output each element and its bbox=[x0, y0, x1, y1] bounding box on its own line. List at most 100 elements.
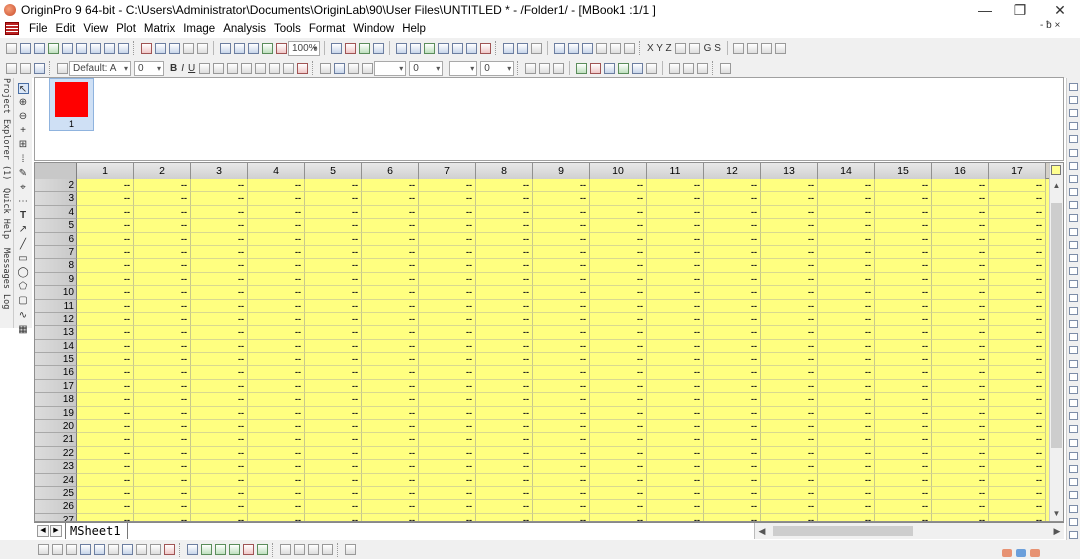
matrix-cell[interactable]: -- bbox=[419, 259, 476, 273]
line-plot-icon[interactable] bbox=[37, 544, 49, 555]
matrix-transpose-icon[interactable] bbox=[530, 42, 542, 54]
matrix-cell[interactable]: -- bbox=[989, 500, 1046, 514]
matrix-cell[interactable]: -- bbox=[590, 299, 647, 313]
matrix-cell[interactable]: -- bbox=[77, 326, 134, 340]
matrix-cell[interactable]: -- bbox=[191, 272, 248, 287]
matrix-cell[interactable]: -- bbox=[77, 500, 134, 514]
matrix-cell[interactable]: -- bbox=[134, 446, 191, 461]
matrix-cell[interactable]: -- bbox=[362, 446, 419, 461]
matrix-cell[interactable]: -- bbox=[647, 245, 704, 260]
matrix-cell[interactable]: -- bbox=[818, 420, 875, 434]
matrix-cell[interactable]: -- bbox=[875, 259, 932, 273]
matrix-cell[interactable]: -- bbox=[704, 379, 761, 394]
matrix-cell[interactable]: -- bbox=[419, 205, 476, 220]
matrix-cell[interactable]: -- bbox=[818, 379, 875, 394]
matrix-cell[interactable]: -- bbox=[419, 446, 476, 461]
more-icon[interactable] bbox=[344, 544, 356, 555]
vertical-scrollbar[interactable]: ▲ ▼ bbox=[1049, 163, 1063, 521]
matrix-cell[interactable]: -- bbox=[248, 286, 305, 300]
matrix-cell[interactable]: -- bbox=[191, 500, 248, 514]
matrix-cell[interactable]: -- bbox=[533, 259, 590, 273]
layout-icon[interactable] bbox=[1069, 122, 1078, 131]
row-header[interactable]: 25 bbox=[35, 486, 77, 501]
matrix-cell[interactable]: -- bbox=[533, 473, 590, 487]
matrix-cell[interactable]: -- bbox=[533, 353, 590, 367]
matrix-cell[interactable]: -- bbox=[191, 486, 248, 501]
row-header[interactable]: 18 bbox=[35, 393, 77, 407]
menu-image[interactable]: Image bbox=[179, 23, 219, 35]
matrix-cell[interactable]: -- bbox=[305, 486, 362, 501]
matrix-cell[interactable]: -- bbox=[248, 486, 305, 501]
new-layer-icon[interactable] bbox=[479, 42, 491, 54]
screen-reader-icon[interactable]: ⁞ bbox=[18, 154, 29, 165]
matrix-cell[interactable]: -- bbox=[77, 286, 134, 300]
matrix-cell[interactable]: -- bbox=[704, 272, 761, 287]
menu-file[interactable]: File bbox=[25, 23, 52, 35]
image-adjust-icon[interactable] bbox=[617, 62, 629, 74]
matrix-cell[interactable]: -- bbox=[989, 205, 1046, 220]
contour-icon[interactable] bbox=[186, 544, 198, 555]
matrix-cell[interactable]: -- bbox=[761, 406, 818, 421]
matrix-cell[interactable]: -- bbox=[191, 339, 248, 354]
matrix-cell[interactable]: -- bbox=[533, 460, 590, 474]
matrix-cell[interactable]: -- bbox=[191, 245, 248, 260]
sort-icon[interactable] bbox=[595, 42, 607, 54]
matrix-cell[interactable]: -- bbox=[761, 205, 818, 220]
zoom-out-icon[interactable]: ⊖ bbox=[18, 111, 29, 122]
matrix-cell[interactable]: -- bbox=[191, 433, 248, 447]
import-multiple-icon[interactable] bbox=[233, 42, 245, 54]
matrix-cell[interactable]: -- bbox=[419, 366, 476, 380]
matrix-cell[interactable]: -- bbox=[248, 446, 305, 461]
mdi-window-controls[interactable]: - ƀ × bbox=[1040, 20, 1060, 31]
matrix-cell[interactable]: -- bbox=[134, 393, 191, 407]
line-tool-icon[interactable]: ╱ bbox=[18, 239, 29, 250]
matrix-cell[interactable]: -- bbox=[989, 473, 1046, 487]
matrix-cell[interactable]: -- bbox=[875, 312, 932, 327]
matrix-cell[interactable]: -- bbox=[77, 205, 134, 220]
layout-icon[interactable] bbox=[1069, 82, 1078, 91]
matrix-cell[interactable]: -- bbox=[191, 513, 248, 521]
image-plot-icon[interactable] bbox=[228, 544, 240, 555]
layout-icon[interactable] bbox=[1069, 135, 1078, 144]
menu-matrix[interactable]: Matrix bbox=[140, 23, 179, 35]
matrix-cell[interactable]: -- bbox=[761, 433, 818, 447]
matrix-cell[interactable]: -- bbox=[818, 205, 875, 220]
italic-button[interactable]: I bbox=[181, 63, 184, 74]
matrix-cell[interactable]: -- bbox=[818, 259, 875, 273]
layout-icon[interactable] bbox=[1069, 319, 1078, 328]
matrix-cell[interactable]: -- bbox=[248, 179, 305, 193]
matrix-cell[interactable]: -- bbox=[248, 460, 305, 474]
add-table-icon[interactable] bbox=[451, 42, 463, 54]
layout-icon[interactable] bbox=[1069, 240, 1078, 249]
matrix-cell[interactable]: -- bbox=[419, 339, 476, 354]
matrix-cell[interactable]: -- bbox=[818, 500, 875, 514]
matrix-cell[interactable]: -- bbox=[248, 393, 305, 407]
matrix-cell[interactable]: -- bbox=[818, 286, 875, 300]
matrix-cell[interactable]: -- bbox=[647, 460, 704, 474]
matrix-cell[interactable]: -- bbox=[476, 393, 533, 407]
row-header[interactable]: 10 bbox=[35, 286, 77, 300]
draw-data-icon[interactable]: ✎ bbox=[18, 168, 29, 179]
matrix-cell[interactable]: -- bbox=[362, 339, 419, 354]
matrix-cell[interactable]: -- bbox=[818, 393, 875, 407]
matrix-cell[interactable]: -- bbox=[305, 406, 362, 421]
matrix-cell[interactable]: -- bbox=[191, 312, 248, 327]
sheet-tab-msheet1[interactable]: MSheet1 bbox=[65, 523, 128, 539]
matrix-cell[interactable]: -- bbox=[761, 245, 818, 260]
matrix-cell[interactable]: -- bbox=[647, 219, 704, 233]
bold-button[interactable]: B bbox=[170, 63, 177, 74]
matrix-cell[interactable]: -- bbox=[989, 353, 1046, 367]
matrix-cell[interactable]: -- bbox=[476, 219, 533, 233]
matrix-cell[interactable]: -- bbox=[248, 500, 305, 514]
matrix-cell[interactable]: -- bbox=[419, 312, 476, 327]
matrix-cell[interactable]: -- bbox=[989, 379, 1046, 394]
matrix-cell[interactable]: -- bbox=[590, 232, 647, 246]
stat-chart-icon[interactable] bbox=[107, 544, 119, 555]
row-header[interactable]: 8 bbox=[35, 259, 77, 273]
new-excel-icon[interactable] bbox=[103, 42, 115, 54]
matrix-cell[interactable]: -- bbox=[932, 353, 989, 367]
matrix-cell[interactable]: -- bbox=[419, 500, 476, 514]
matrix-cell[interactable]: -- bbox=[248, 379, 305, 394]
matrix-cell[interactable]: -- bbox=[989, 299, 1046, 313]
matrix-cell[interactable]: -- bbox=[362, 353, 419, 367]
